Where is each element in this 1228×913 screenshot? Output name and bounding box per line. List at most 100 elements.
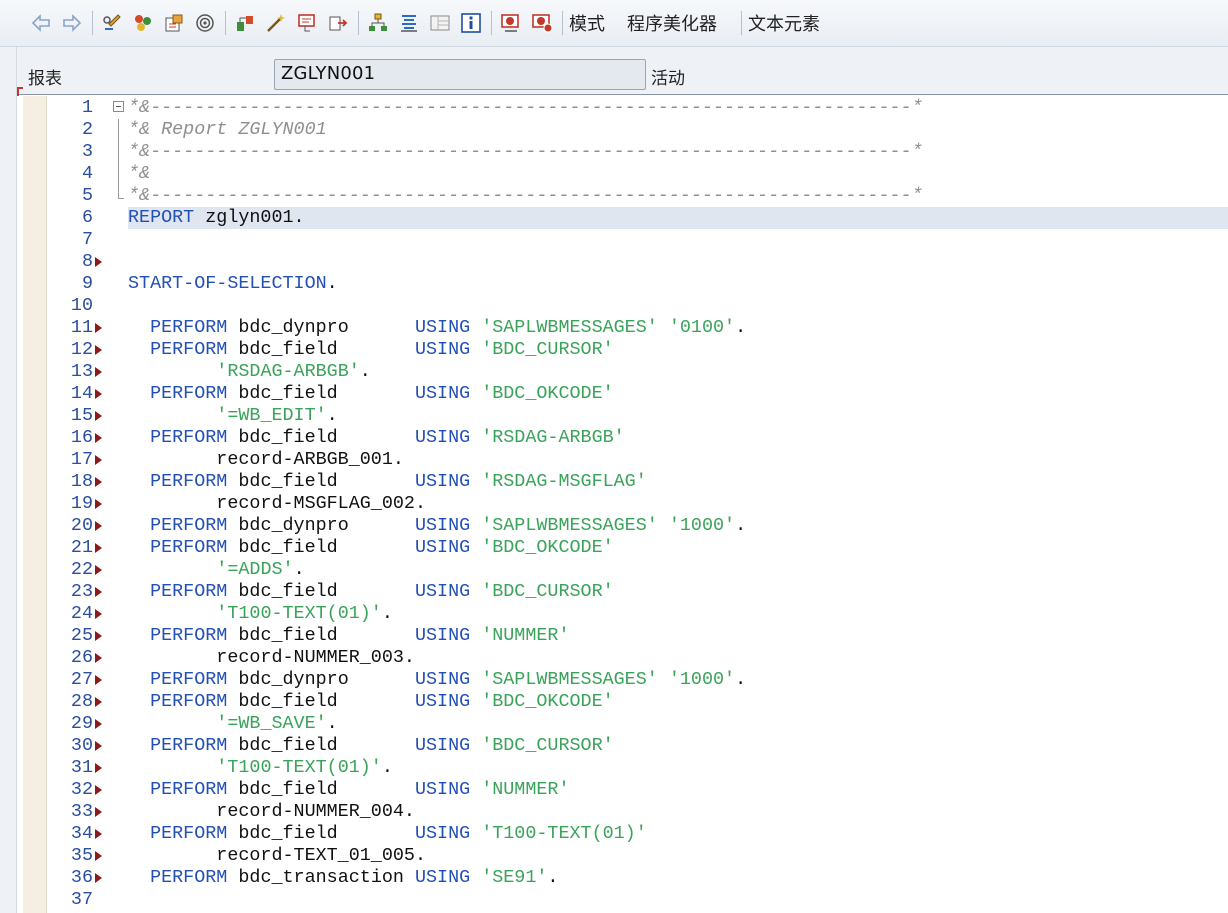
breakpoint-marker-icon[interactable] bbox=[95, 521, 102, 531]
breakpoint-marker-icon[interactable] bbox=[95, 499, 102, 509]
other-object-icon[interactable] bbox=[130, 10, 156, 36]
code-line[interactable]: 27 PERFORM bdc_dynpro USING 'SAPLWBMESSA… bbox=[17, 669, 1228, 691]
code-line[interactable]: 2 *& Report ZGLYN001 bbox=[17, 119, 1228, 141]
code-line[interactable]: 25 PERFORM bdc_field USING 'NUMMER' bbox=[17, 625, 1228, 647]
code-line[interactable]: 6 REPORT zglyn001. bbox=[17, 207, 1228, 229]
code-line[interactable]: 4 *& bbox=[17, 163, 1228, 185]
pretty-printer-button[interactable]: 程序美化器 bbox=[627, 10, 717, 36]
breakpoint-marker-icon[interactable] bbox=[95, 785, 102, 795]
navigate-icon[interactable] bbox=[325, 10, 351, 36]
breakpoint-marker-icon[interactable] bbox=[95, 411, 102, 421]
breakpoint-marker-icon[interactable] bbox=[95, 433, 102, 443]
breakpoint-marker-icon[interactable] bbox=[95, 741, 102, 751]
breakpoint-marker-icon[interactable] bbox=[95, 829, 102, 839]
code-line[interactable]: 36 PERFORM bdc_transaction USING 'SE91'. bbox=[17, 867, 1228, 889]
code-line[interactable]: 8 bbox=[17, 251, 1228, 273]
code-line[interactable]: 23 PERFORM bdc_field USING 'BDC_CURSOR' bbox=[17, 581, 1228, 603]
breakpoint-marker-icon[interactable] bbox=[95, 851, 102, 861]
activate-icon[interactable] bbox=[161, 10, 187, 36]
breakpoint-marker-icon[interactable] bbox=[95, 345, 102, 355]
text-elements-button[interactable]: 文本元素 bbox=[748, 10, 820, 36]
breakpoint-marker-icon[interactable] bbox=[95, 455, 102, 465]
code-line[interactable]: 1 *&-------------------------------------… bbox=[17, 97, 1228, 119]
breakpoint-marker-icon[interactable] bbox=[95, 389, 102, 399]
breakpoint-marker-icon[interactable] bbox=[95, 697, 102, 707]
code-line[interactable]: 22 '=ADDS'. bbox=[17, 559, 1228, 581]
code-line[interactable]: 19 record-MSGFLAG_002. bbox=[17, 493, 1228, 515]
line-number: 29 bbox=[70, 713, 93, 734]
code-line[interactable]: 30 PERFORM bdc_field USING 'BDC_CURSOR' bbox=[17, 735, 1228, 757]
breakpoint-marker-icon[interactable] bbox=[95, 367, 102, 377]
code-text: START-OF-SELECTION. bbox=[128, 273, 338, 295]
breakpoint-marker-icon[interactable] bbox=[95, 565, 102, 575]
code-line[interactable]: 16 PERFORM bdc_field USING 'RSDAG-ARBGB' bbox=[17, 427, 1228, 449]
code-line[interactable]: 5 *&-------------------------------------… bbox=[17, 185, 1228, 207]
pattern-button[interactable]: 模式 bbox=[569, 10, 605, 36]
breakpoint-marker-icon[interactable] bbox=[95, 653, 102, 663]
keyword: PERFORM bbox=[150, 691, 228, 712]
code-line[interactable]: 37 bbox=[17, 889, 1228, 911]
collapse-block-icon[interactable] bbox=[113, 101, 124, 112]
activate-wand-icon[interactable] bbox=[263, 10, 289, 36]
code-line[interactable]: 33 record-NUMMER_004. bbox=[17, 801, 1228, 823]
code-line[interactable]: 17 record-ARBGB_001. bbox=[17, 449, 1228, 471]
code-lines[interactable]: 1 *&-------------------------------------… bbox=[17, 97, 1228, 911]
breakpoint-external-icon[interactable] bbox=[529, 10, 555, 36]
back-arrow-icon[interactable] bbox=[28, 10, 54, 36]
forward-arrow-icon[interactable] bbox=[59, 10, 85, 36]
where-used-icon[interactable] bbox=[192, 10, 218, 36]
line-number: 8 bbox=[81, 251, 93, 272]
code-line[interactable]: 14 PERFORM bdc_field USING 'BDC_OKCODE' bbox=[17, 383, 1228, 405]
code-line[interactable]: 28 PERFORM bdc_field USING 'BDC_OKCODE' bbox=[17, 691, 1228, 713]
display-hierarchy-icon[interactable] bbox=[396, 10, 422, 36]
breakpoint-marker-icon[interactable] bbox=[95, 873, 102, 883]
code-token: bdc_dynpro bbox=[227, 515, 415, 536]
line-number: 2 bbox=[81, 119, 93, 140]
code-line[interactable]: 35 record-TEXT_01_005. bbox=[17, 845, 1228, 867]
program-name-field[interactable]: ZGLYN001 bbox=[274, 59, 646, 90]
abap-code-editor[interactable]: 1 *&-------------------------------------… bbox=[17, 96, 1228, 913]
keyword: PERFORM bbox=[150, 515, 228, 536]
breakpoint-marker-icon[interactable] bbox=[95, 719, 102, 729]
code-line[interactable]: 13 'RSDAG-ARBGB'. bbox=[17, 361, 1228, 383]
code-line[interactable]: 26 record-NUMMER_003. bbox=[17, 647, 1228, 669]
info-icon[interactable] bbox=[458, 10, 484, 36]
code-line[interactable]: 11 PERFORM bdc_dynpro USING 'SAPLWBMESSA… bbox=[17, 317, 1228, 339]
code-token: bdc_field bbox=[227, 823, 415, 844]
breakpoint-marker-icon[interactable] bbox=[95, 587, 102, 597]
breakpoint-marker-icon[interactable] bbox=[95, 807, 102, 817]
breakpoint-marker-icon[interactable] bbox=[95, 257, 102, 267]
breakpoint-marker-icon[interactable] bbox=[95, 763, 102, 773]
code-line[interactable]: 29 '=WB_SAVE'. bbox=[17, 713, 1228, 735]
code-line[interactable]: 34 PERFORM bdc_field USING 'T100-TEXT(01… bbox=[17, 823, 1228, 845]
breakpoint-marker-icon[interactable] bbox=[95, 477, 102, 487]
breakpoint-marker-icon[interactable] bbox=[95, 631, 102, 641]
breakpoint-marker-icon[interactable] bbox=[95, 675, 102, 685]
code-line[interactable]: 21 PERFORM bdc_field USING 'BDC_OKCODE' bbox=[17, 537, 1228, 559]
test-run-icon[interactable] bbox=[294, 10, 320, 36]
application-toolbar: 模式 程序美化器 文本元素 bbox=[0, 0, 1228, 47]
object-list-icon[interactable] bbox=[365, 10, 391, 36]
check-syntax-icon[interactable] bbox=[232, 10, 258, 36]
code-line[interactable]: 18 PERFORM bdc_field USING 'RSDAG-MSGFLA… bbox=[17, 471, 1228, 493]
code-line[interactable]: 32 PERFORM bdc_field USING 'NUMMER' bbox=[17, 779, 1228, 801]
breakpoint-marker-icon[interactable] bbox=[95, 323, 102, 333]
window-layout-icon[interactable] bbox=[427, 10, 453, 36]
string-literal: '1000' bbox=[668, 669, 736, 690]
code-line[interactable]: 20 PERFORM bdc_dynpro USING 'SAPLWBMESSA… bbox=[17, 515, 1228, 537]
code-line[interactable]: 3 *&-------------------------------------… bbox=[17, 141, 1228, 163]
code-line[interactable]: 7 bbox=[17, 229, 1228, 251]
code-token: . bbox=[326, 713, 338, 734]
code-line[interactable]: 31 'T100-TEXT(01)'. bbox=[17, 757, 1228, 779]
breakpoint-session-icon[interactable] bbox=[498, 10, 524, 36]
code-line[interactable]: 9 START-OF-SELECTION. bbox=[17, 273, 1228, 295]
breakpoint-marker-icon[interactable] bbox=[95, 543, 102, 553]
toggle-display-change-icon[interactable] bbox=[99, 10, 125, 36]
breakpoint-marker-icon[interactable] bbox=[95, 609, 102, 619]
code-line[interactable]: 10 bbox=[17, 295, 1228, 317]
code-line[interactable]: 15 '=WB_EDIT'. bbox=[17, 405, 1228, 427]
code-line[interactable]: 24 'T100-TEXT(01)'. bbox=[17, 603, 1228, 625]
code-line[interactable]: 12 PERFORM bdc_field USING 'BDC_CURSOR' bbox=[17, 339, 1228, 361]
